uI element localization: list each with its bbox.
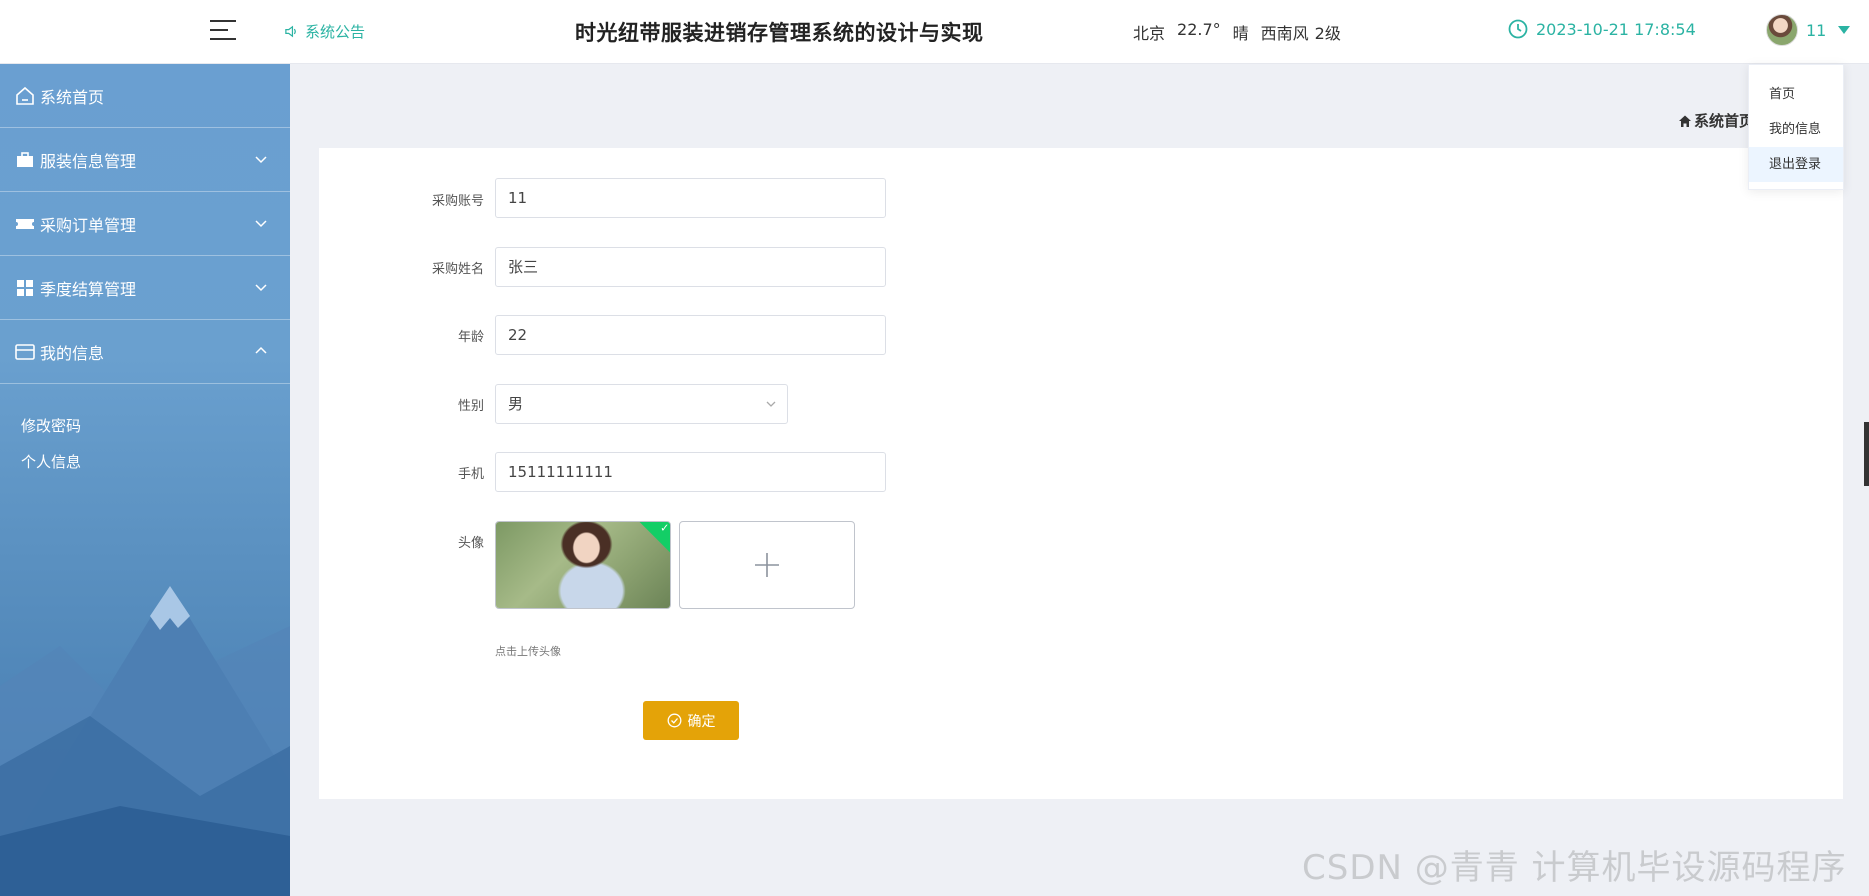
weather-level: 2级 (1314, 24, 1341, 43)
check-icon: ✓ (660, 521, 670, 535)
mountain-background (0, 586, 290, 896)
speaker-icon (285, 25, 296, 37)
datetime-text: 2023-10-21 17:8:54 (1536, 19, 1696, 39)
current-datetime: 2023-10-21 17:8:54 (1508, 19, 1696, 39)
chevron-down-icon (255, 156, 267, 164)
weather-wind: 西南风 (1260, 24, 1309, 43)
sidebar-item-label: 我的信息 (40, 343, 105, 363)
weather-temp: 22.7° (1177, 20, 1221, 39)
id-card-icon (14, 341, 36, 363)
profile-form-card: 采购账号 11 采购姓名 张三 年龄 22 性别 男 手机 1511111111… (319, 148, 1843, 799)
weather-condition: 晴 (1232, 24, 1249, 43)
user-name: 11 (1806, 20, 1827, 40)
plus-icon (755, 553, 779, 577)
avatar-photo (496, 522, 670, 608)
home-icon (14, 85, 36, 107)
phone-label: 手机 (457, 467, 484, 482)
top-header: 系统公告 时光纽带服装进销存管理系统的设计与实现 北京 22.7° 晴 西南风 … (0, 0, 1869, 64)
chevron-down-icon (255, 284, 267, 292)
weather-info: 北京 22.7° 晴 西南风 2级 (1133, 20, 1341, 44)
account-label: 采购账号 (431, 194, 484, 209)
chevron-down-icon (766, 401, 776, 407)
gender-label: 性别 (457, 399, 484, 414)
avatar (1766, 14, 1798, 46)
age-field[interactable]: 22 (495, 315, 886, 355)
weather-city: 北京 (1133, 24, 1166, 43)
check-circle-icon (667, 713, 681, 728)
breadcrumb-label[interactable]: 系统首页 (1694, 110, 1754, 131)
avatar-upload-button[interactable] (679, 521, 855, 609)
submenu-item-change-password[interactable]: 修改密码 (21, 415, 81, 436)
confirm-button[interactable]: 确定 (643, 701, 739, 740)
dropdown-item-my-info[interactable]: 我的信息 (1749, 112, 1843, 147)
menu-toggle-icon[interactable] (210, 18, 236, 42)
clock-icon (1508, 19, 1528, 39)
submenu-item-personal-info[interactable]: 个人信息 (21, 451, 81, 472)
gender-select[interactable]: 男 (495, 384, 788, 424)
sidebar: 系统首页 服装信息管理 采购订单管理 季度结算管理 我的信息 修改密码 个人信息 (0, 64, 290, 896)
chevron-down-icon (255, 220, 267, 228)
notice-label: 系统公告 (305, 22, 366, 41)
ticket-icon (14, 213, 36, 235)
sidebar-item-label: 季度结算管理 (40, 279, 137, 299)
phone-field[interactable]: 15111111111 (495, 452, 886, 492)
gender-value: 男 (508, 395, 524, 413)
age-label: 年龄 (457, 330, 484, 345)
upload-tip: 点击上传头像 (495, 645, 561, 658)
sidebar-item-purchase-orders[interactable]: 采购订单管理 (0, 192, 290, 256)
name-label: 采购姓名 (431, 262, 484, 277)
name-field[interactable]: 张三 (495, 247, 886, 287)
sidebar-item-label: 采购订单管理 (40, 215, 137, 235)
account-field[interactable]: 11 (495, 178, 886, 218)
sidebar-item-my-info[interactable]: 我的信息 (0, 320, 290, 384)
system-notice-link[interactable]: 系统公告 (284, 20, 365, 42)
dropdown-item-home[interactable]: 首页 (1749, 77, 1843, 112)
sidebar-item-home[interactable]: 系统首页 (0, 64, 290, 128)
user-menu-trigger[interactable]: 11 (1766, 14, 1851, 46)
grid-icon (14, 277, 36, 299)
sidebar-item-quarterly-settlement[interactable]: 季度结算管理 (0, 256, 290, 320)
page-title: 时光纽带服装进销存管理系统的设计与实现 (575, 21, 984, 45)
briefcase-icon (14, 149, 36, 171)
watermark: CSDN @青青 计算机毕设源码程序 (1302, 848, 1847, 888)
confirm-label: 确定 (687, 713, 716, 730)
avatar-label: 头像 (457, 536, 484, 551)
breadcrumb: 系统首页 (1678, 110, 1754, 131)
sidebar-item-label: 服装信息管理 (40, 151, 137, 171)
sidebar-item-label: 系统首页 (40, 87, 105, 107)
avatar-preview[interactable]: ✓ (495, 521, 671, 609)
user-dropdown-menu: 首页 我的信息 退出登录 (1748, 64, 1844, 190)
sidebar-item-clothing[interactable]: 服装信息管理 (0, 128, 290, 192)
dropdown-item-logout[interactable]: 退出登录 (1749, 147, 1843, 182)
scrollbar-handle[interactable] (1864, 422, 1869, 486)
chevron-up-icon (255, 346, 267, 354)
caret-down-icon (1838, 26, 1851, 34)
home-small-icon (1679, 115, 1691, 127)
